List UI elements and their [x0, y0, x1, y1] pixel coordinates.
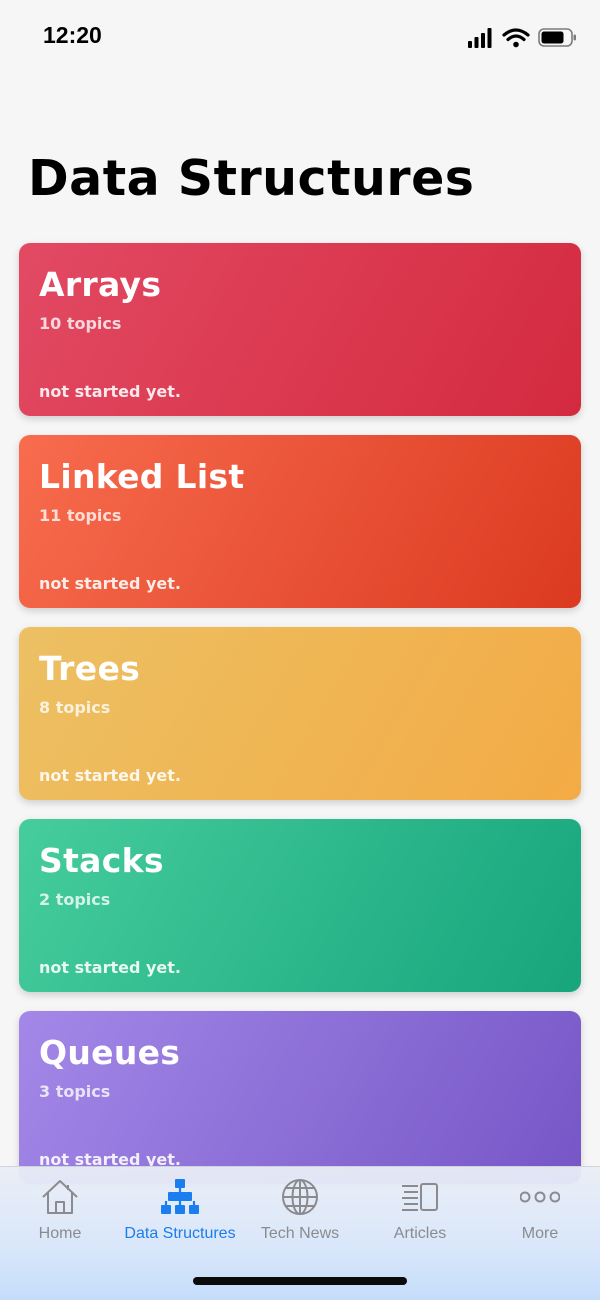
- tab-data-structures[interactable]: Data Structures: [120, 1167, 240, 1257]
- card-progress-status: not started yet.: [39, 766, 181, 785]
- card-arrays[interactable]: Arrays 10 topics not started yet.: [19, 243, 581, 416]
- wifi-icon: [502, 28, 530, 48]
- tab-label: Data Structures: [124, 1225, 236, 1242]
- status-time: 12:20: [43, 22, 102, 48]
- card-trees[interactable]: Trees 8 topics not started yet.: [19, 627, 581, 800]
- card-title: Queues: [39, 1033, 181, 1072]
- home-indicator[interactable]: [193, 1277, 407, 1285]
- battery-icon: [538, 28, 576, 47]
- cellular-signal-icon: [468, 28, 492, 48]
- home-icon: [42, 1180, 78, 1214]
- hierarchy-icon: [161, 1179, 199, 1214]
- tab-label: Home: [38, 1225, 82, 1242]
- card-topics-count: 8 topics: [39, 698, 111, 717]
- tab-bar: Home Data Structures Tech News Articles …: [0, 1166, 600, 1300]
- tab-more[interactable]: More: [480, 1167, 600, 1257]
- tab-label: More: [521, 1225, 559, 1242]
- card-topics-count: 3 topics: [39, 1082, 111, 1101]
- globe-icon: [282, 1179, 318, 1215]
- card-progress-status: not started yet.: [39, 382, 181, 401]
- card-title: Arrays: [39, 265, 162, 304]
- card-progress-status: not started yet.: [39, 958, 181, 977]
- page-title: Data Structures: [28, 150, 475, 207]
- card-topics-count: 11 topics: [39, 506, 122, 525]
- status-bar: 12:20: [0, 0, 600, 80]
- card-linked-list[interactable]: Linked List 11 topics not started yet.: [19, 435, 581, 608]
- card-title: Linked List: [39, 457, 245, 496]
- tab-label: Articles: [393, 1225, 447, 1242]
- tab-label: Tech News: [260, 1225, 340, 1242]
- tab-home[interactable]: Home: [0, 1167, 120, 1257]
- tab-articles[interactable]: Articles: [360, 1167, 480, 1257]
- status-icons: [468, 28, 576, 48]
- card-title: Trees: [39, 649, 141, 688]
- card-progress-status: not started yet.: [39, 574, 181, 593]
- card-title: Stacks: [39, 841, 164, 880]
- tab-tech-news[interactable]: Tech News: [240, 1167, 360, 1257]
- card-stacks[interactable]: Stacks 2 topics not started yet.: [19, 819, 581, 992]
- card-queues[interactable]: Queues 3 topics not started yet.: [19, 1011, 581, 1184]
- articles-icon: [402, 1183, 438, 1211]
- more-icon: [520, 1191, 560, 1203]
- card-topics-count: 2 topics: [39, 890, 111, 909]
- card-topics-count: 10 topics: [39, 314, 122, 333]
